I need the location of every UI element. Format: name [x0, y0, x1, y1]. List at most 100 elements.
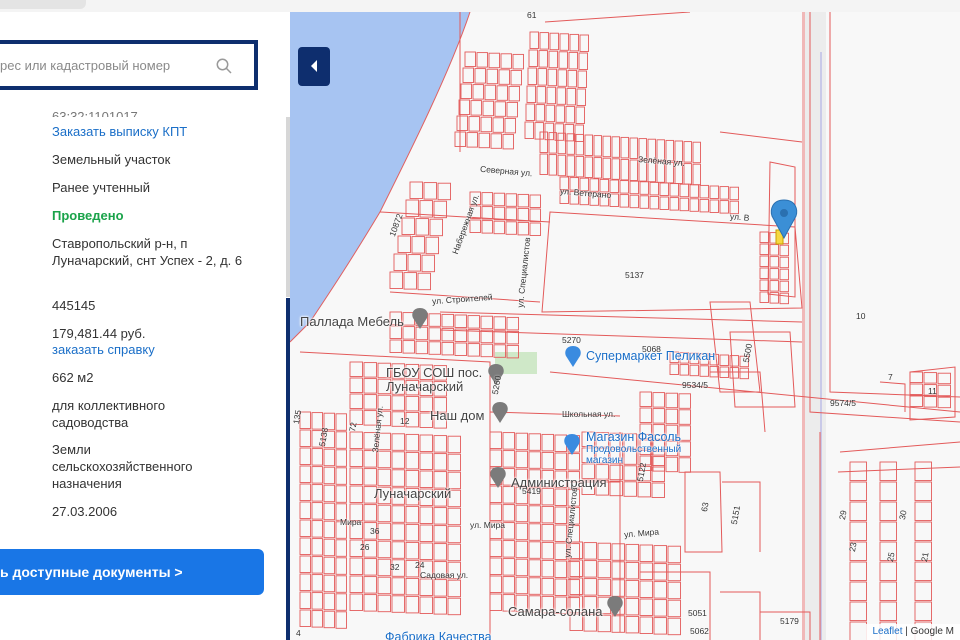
parcel[interactable]	[363, 468, 377, 486]
parcel[interactable]	[377, 540, 391, 559]
parcel[interactable]	[653, 581, 667, 599]
cadastral-map[interactable]: Паллада Мебель ГБОУ СОШ пос. Луначарский…	[290, 12, 960, 640]
parcel[interactable]	[611, 136, 620, 158]
parcel[interactable]	[629, 180, 639, 195]
parcel[interactable]	[433, 579, 447, 597]
parcel[interactable]	[879, 461, 897, 481]
parcel[interactable]	[602, 157, 611, 180]
parcel[interactable]	[879, 581, 897, 601]
parcel[interactable]	[335, 593, 347, 611]
parcel[interactable]	[425, 236, 439, 255]
parcel[interactable]	[311, 574, 323, 592]
parcel[interactable]	[909, 395, 923, 407]
documents-button[interactable]: ь доступные документы >	[0, 549, 264, 595]
parcel[interactable]	[299, 429, 311, 447]
parcel[interactable]	[489, 503, 502, 521]
parcel[interactable]	[323, 502, 335, 521]
parcel[interactable]	[909, 383, 923, 395]
parcel[interactable]	[779, 268, 789, 281]
parcel[interactable]	[349, 557, 363, 575]
parcel[interactable]	[500, 53, 512, 69]
parcel[interactable]	[689, 184, 699, 198]
parcel[interactable]	[433, 507, 447, 525]
parcel[interactable]	[504, 117, 516, 134]
parcel[interactable]	[620, 136, 629, 159]
parcel[interactable]	[472, 84, 484, 100]
parcel[interactable]	[554, 452, 567, 470]
parcel[interactable]	[447, 525, 461, 544]
parcel[interactable]	[559, 33, 569, 51]
parcel[interactable]	[349, 449, 363, 467]
parcel[interactable]	[914, 481, 932, 501]
parcel[interactable]	[405, 523, 419, 542]
parcel[interactable]	[409, 181, 423, 199]
parcel[interactable]	[508, 85, 520, 102]
parcel[interactable]	[502, 576, 515, 594]
parcel[interactable]	[623, 481, 637, 497]
parcel[interactable]	[554, 578, 567, 596]
parcel[interactable]	[481, 192, 493, 206]
parcel[interactable]	[299, 573, 311, 591]
parcel[interactable]	[464, 51, 476, 67]
parcel[interactable]	[602, 135, 611, 158]
parcel[interactable]	[528, 433, 541, 451]
parcel[interactable]	[349, 377, 363, 393]
parcel[interactable]	[526, 85, 536, 103]
parcel[interactable]	[539, 153, 548, 175]
parcel[interactable]	[335, 575, 347, 593]
parcel[interactable]	[496, 85, 508, 101]
parcel[interactable]	[389, 271, 403, 289]
parcel[interactable]	[879, 601, 897, 621]
parcel[interactable]	[460, 83, 472, 99]
parcel[interactable]	[665, 392, 678, 409]
parcel[interactable]	[349, 593, 363, 611]
order-certificate-link[interactable]: заказать справку	[52, 341, 267, 358]
parcel[interactable]	[849, 481, 867, 501]
parcel[interactable]	[405, 469, 419, 488]
parcel[interactable]	[489, 557, 502, 575]
parcel[interactable]	[323, 466, 335, 485]
parcel[interactable]	[405, 541, 419, 560]
parcel[interactable]	[538, 50, 548, 68]
parcel[interactable]	[433, 453, 447, 471]
parcel[interactable]	[528, 49, 538, 67]
parcel[interactable]	[505, 193, 517, 207]
parcel[interactable]	[557, 154, 566, 177]
parcel[interactable]	[486, 68, 498, 85]
parcel[interactable]	[719, 354, 729, 366]
parcel[interactable]	[779, 292, 789, 305]
parcel[interactable]	[625, 597, 639, 616]
parcel[interactable]	[625, 543, 639, 562]
parcel[interactable]	[541, 559, 554, 578]
parcel[interactable]	[468, 116, 480, 132]
parcel[interactable]	[299, 555, 311, 573]
parcel[interactable]	[335, 413, 347, 431]
parcel[interactable]	[506, 330, 519, 345]
parcel[interactable]	[349, 467, 363, 485]
parcel[interactable]	[480, 315, 493, 330]
parcel[interactable]	[415, 340, 428, 355]
parcel[interactable]	[528, 523, 541, 541]
parcel[interactable]	[299, 447, 311, 465]
parcel[interactable]	[769, 256, 779, 268]
parcel[interactable]	[429, 218, 443, 237]
parcel[interactable]	[335, 611, 347, 629]
parcel[interactable]	[914, 581, 932, 601]
parcel[interactable]	[557, 132, 566, 155]
parcel[interactable]	[402, 326, 415, 340]
parcel[interactable]	[419, 542, 433, 560]
parcel[interactable]	[349, 393, 363, 409]
parcel[interactable]	[709, 185, 719, 199]
parcel[interactable]	[541, 487, 554, 506]
parcel[interactable]	[323, 574, 335, 593]
parcel[interactable]	[565, 105, 575, 124]
parcel[interactable]	[363, 576, 377, 594]
parcel[interactable]	[454, 342, 467, 356]
parcel[interactable]	[447, 543, 461, 562]
parcel[interactable]	[515, 558, 528, 577]
parcel[interactable]	[576, 88, 586, 106]
parcel[interactable]	[528, 505, 541, 523]
parcel[interactable]	[528, 451, 541, 469]
parcel[interactable]	[517, 193, 529, 208]
parcel[interactable]	[719, 200, 729, 214]
